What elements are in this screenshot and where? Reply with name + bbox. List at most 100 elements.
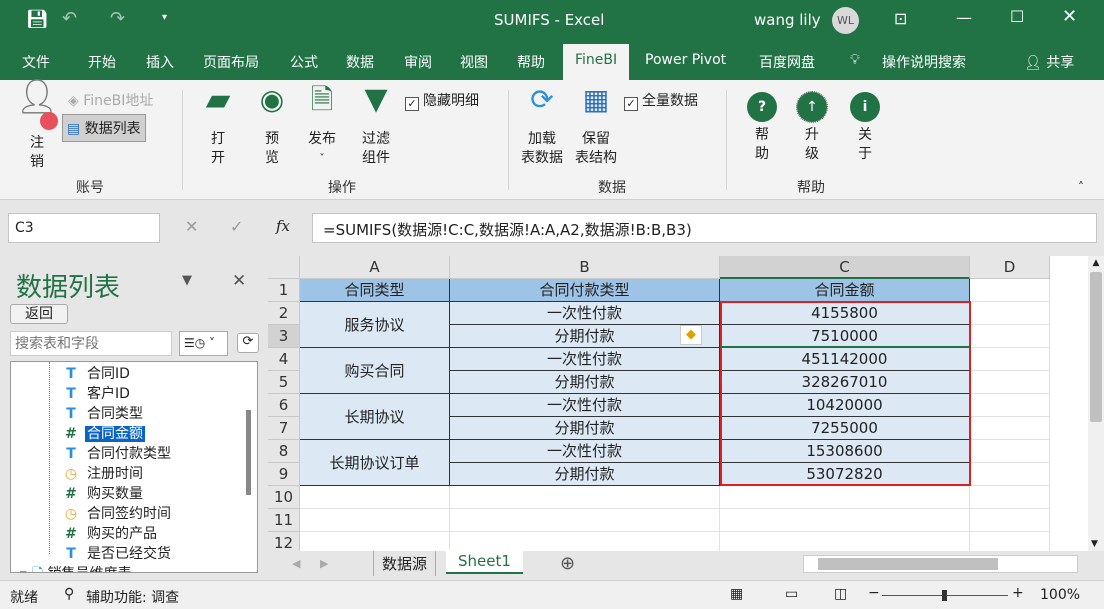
accessibility-status[interactable]: 辅助功能: 调查 bbox=[86, 587, 179, 607]
zoom-slider[interactable] bbox=[882, 590, 1008, 601]
row-header[interactable]: 5 bbox=[268, 371, 300, 394]
page-layout-icon[interactable]: ▭ bbox=[785, 586, 798, 602]
normal-view-icon[interactable]: ▦ bbox=[730, 586, 743, 602]
field-item[interactable]: # 购买的产品 bbox=[61, 524, 159, 544]
minimize-icon[interactable]: — bbox=[956, 8, 972, 27]
payment-type-cell[interactable]: 分期付款 bbox=[450, 371, 720, 394]
help-button[interactable]: ? 帮 助 bbox=[742, 92, 782, 164]
grid-cell[interactable] bbox=[970, 348, 1050, 371]
grid-cell[interactable] bbox=[450, 532, 720, 551]
grid-cell[interactable] bbox=[970, 440, 1050, 463]
grid-cell[interactable] bbox=[970, 463, 1050, 486]
publish-button[interactable]: 🗎︎ 发布 ˅ bbox=[300, 86, 344, 168]
keep-structure-button[interactable]: ▦ 保留 表结构 bbox=[570, 86, 622, 168]
redo-icon[interactable]: ↷ bbox=[110, 8, 125, 29]
field-item[interactable]: ◷ 合同签约时间 bbox=[61, 504, 173, 524]
grid-cell[interactable] bbox=[970, 486, 1050, 509]
payment-type-cell[interactable]: 一次性付款 bbox=[450, 348, 720, 371]
row-header[interactable]: 11 bbox=[268, 509, 300, 532]
upgrade-button[interactable]: ↑ 升 级 bbox=[792, 91, 832, 164]
grid-cell[interactable] bbox=[720, 532, 970, 551]
pane-options-icon[interactable]: ▼ bbox=[182, 273, 192, 288]
tab-formulas[interactable]: 公式 bbox=[290, 52, 318, 72]
tab-power-pivot[interactable]: Power Pivot bbox=[645, 52, 726, 68]
undo-icon[interactable]: ↶ bbox=[62, 8, 77, 29]
page-break-icon[interactable]: ◫ bbox=[834, 586, 847, 602]
tab-baidu-netdisk[interactable]: 百度网盘 bbox=[759, 52, 815, 72]
tell-me-search[interactable]: 操作说明搜索 bbox=[882, 52, 966, 72]
field-item[interactable]: # 购买数量 bbox=[61, 484, 145, 504]
close-icon[interactable]: ✕ bbox=[1062, 6, 1077, 27]
zoom-level[interactable]: 100% bbox=[1040, 587, 1080, 603]
field-item[interactable]: T 合同付款类型 bbox=[61, 444, 173, 464]
customize-qat-icon[interactable]: ▾ bbox=[162, 12, 167, 23]
column-header[interactable]: D bbox=[970, 256, 1050, 279]
payment-type-cell[interactable]: 一次性付款 bbox=[450, 302, 720, 325]
tab-review[interactable]: 审阅 bbox=[404, 52, 432, 72]
add-sheet-icon[interactable]: ⊕ bbox=[560, 553, 575, 574]
payment-type-cell[interactable]: 分期付款 bbox=[450, 463, 720, 486]
avatar[interactable]: WL bbox=[832, 7, 859, 34]
hide-detail-checkbox[interactable]: ✓ 隐藏明细 bbox=[405, 90, 479, 111]
open-button[interactable]: ▰ 打 开 bbox=[196, 83, 240, 168]
field-item[interactable]: T 客户ID bbox=[61, 384, 132, 404]
tab-home[interactable]: 开始 bbox=[88, 52, 116, 72]
expand-icon[interactable]: ⊞ bbox=[19, 570, 27, 572]
scroll-left-icon[interactable]: ◀ bbox=[292, 557, 300, 570]
tab-page-layout[interactable]: 页面布局 bbox=[203, 52, 259, 72]
row-header[interactable]: 8 bbox=[268, 440, 300, 463]
cancel-icon[interactable]: ✕ bbox=[185, 217, 198, 236]
payment-type-cell[interactable]: 一次性付款 bbox=[450, 394, 720, 417]
grid-cell[interactable] bbox=[450, 509, 720, 532]
column-header[interactable]: A bbox=[300, 256, 450, 279]
row-header[interactable]: 4 bbox=[268, 348, 300, 371]
refresh-icon[interactable]: ⟳ bbox=[237, 333, 259, 353]
finebi-address-button[interactable]: ◈ FineBI地址 bbox=[68, 90, 153, 110]
grid-cell[interactable] bbox=[970, 371, 1050, 394]
logout-button[interactable]: 👤︎ 注 销 bbox=[14, 80, 60, 172]
contract-type-cell[interactable]: 长期协议订单 bbox=[300, 440, 450, 486]
data-list-button[interactable]: ▤ 数据列表 bbox=[62, 114, 146, 142]
grid-cell[interactable] bbox=[300, 509, 450, 532]
maximize-icon[interactable]: ☐ bbox=[1010, 7, 1024, 26]
error-warning-icon[interactable]: ◆ bbox=[680, 325, 702, 345]
header-cell[interactable]: 合同金额 bbox=[720, 279, 970, 302]
enter-icon[interactable]: ✓ bbox=[230, 217, 243, 236]
header-cell[interactable]: 合同类型 bbox=[300, 279, 450, 302]
grid-cell[interactable] bbox=[720, 509, 970, 532]
payment-type-cell[interactable]: 分期付款 bbox=[450, 417, 720, 440]
scrollbar[interactable] bbox=[246, 410, 251, 495]
grid-cell[interactable] bbox=[720, 486, 970, 509]
tab-finebi[interactable]: FineBI bbox=[563, 44, 630, 80]
payment-type-cell[interactable]: 一次性付款 bbox=[450, 440, 720, 463]
row-header[interactable]: 9 bbox=[268, 463, 300, 486]
grid-cell[interactable] bbox=[970, 279, 1050, 302]
preview-button[interactable]: ◉ 预 览 bbox=[250, 86, 294, 168]
tab-view[interactable]: 视图 bbox=[460, 52, 488, 72]
grid-cell[interactable] bbox=[450, 486, 720, 509]
grid-cell[interactable] bbox=[970, 394, 1050, 417]
contract-type-cell[interactable]: 长期协议 bbox=[300, 394, 450, 440]
back-button[interactable]: 返回 bbox=[10, 304, 68, 324]
vertical-scrollbar[interactable]: ▲ ▼ bbox=[1088, 256, 1104, 551]
zoom-out-icon[interactable]: − bbox=[868, 585, 880, 601]
full-data-checkbox[interactable]: ✓ 全量数据 bbox=[624, 90, 698, 111]
share-button[interactable]: 👤︎ 共享 bbox=[1024, 52, 1074, 72]
header-cell[interactable]: 合同付款类型 bbox=[450, 279, 720, 302]
zoom-in-icon[interactable]: + bbox=[1012, 585, 1024, 601]
formula-input[interactable]: =SUMIFS(数据源!C:C,数据源!A:A,A2,数据源!B:B,B3) bbox=[312, 213, 1097, 243]
row-header[interactable]: 1 bbox=[268, 279, 300, 302]
save-icon[interactable]: 💾︎ bbox=[26, 9, 49, 30]
insert-function-icon[interactable]: fx bbox=[276, 217, 290, 235]
sheet-tab-sheet1[interactable]: Sheet1 bbox=[446, 550, 523, 574]
sort-dropdown[interactable]: ☰◷ ˅ bbox=[179, 331, 228, 356]
name-box[interactable]: C3 bbox=[8, 213, 160, 243]
grid-cell[interactable] bbox=[970, 532, 1050, 551]
select-all-corner[interactable] bbox=[268, 256, 300, 279]
ribbon-display-icon[interactable]: ⊡ bbox=[894, 9, 907, 28]
row-header[interactable]: 3 bbox=[268, 325, 300, 348]
contract-type-cell[interactable]: 购买合同 bbox=[300, 348, 450, 394]
about-button[interactable]: i 关 于 bbox=[845, 92, 885, 164]
column-header[interactable]: C bbox=[720, 256, 970, 279]
filter-component-button[interactable]: ▼ 过滤 组件 bbox=[354, 85, 398, 168]
